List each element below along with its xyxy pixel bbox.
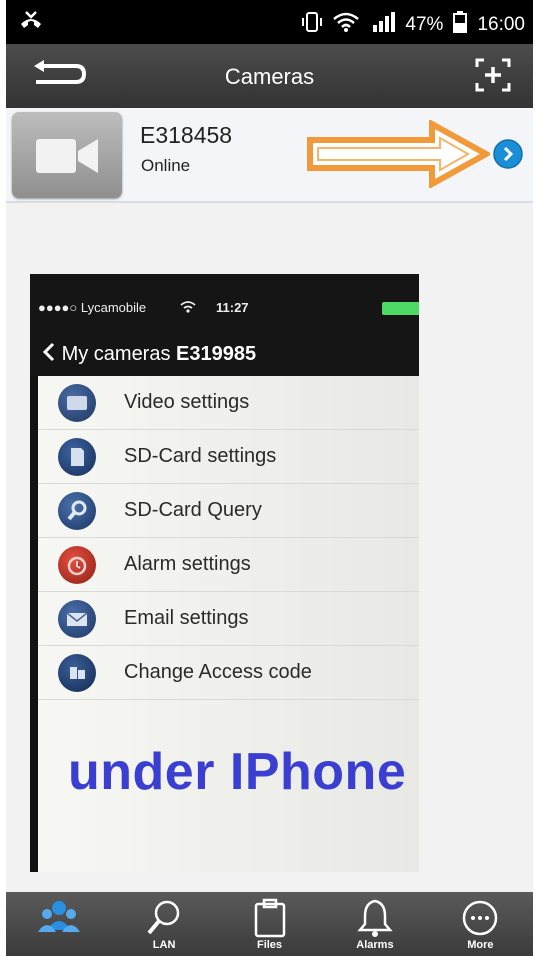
settings-item-sd-query[interactable]: SD-Card Query [38, 484, 419, 538]
access-code-icon [58, 654, 96, 692]
tab-lan[interactable]: LAN [111, 892, 216, 956]
bottom-tab-bar: LAN Files Alarms More [6, 892, 533, 956]
page-title: Cameras [224, 64, 315, 89]
missed-call-icon [18, 8, 44, 40]
settings-item-sd-card[interactable]: SD-Card settings [38, 430, 419, 484]
clock: 16:00 [477, 14, 525, 35]
video-settings-icon [58, 384, 96, 422]
iphone-camera-id: E319985 [176, 343, 257, 365]
battery-icon [453, 11, 468, 39]
iphone-carrier: ●●●●○ Lycamobile [38, 300, 147, 315]
settings-item-label: SD-Card Query [124, 499, 262, 521]
settings-item-label: Alarm settings [124, 553, 251, 575]
iphone-battery-icon [382, 302, 419, 315]
iphone-nav-bar: My cameras E319985 [30, 336, 419, 376]
camera-thumbnail [12, 112, 122, 198]
vibrate-icon [301, 11, 323, 39]
signal-icon [369, 11, 396, 39]
settings-item-label: Video settings [124, 391, 250, 413]
chevron-left-icon [42, 342, 62, 365]
settings-item-email[interactable]: Email settings [38, 592, 419, 646]
tab-label: Files [256, 939, 283, 951]
iphone-status-bar: ●●●●○ Lycamobile 11:27 [30, 274, 419, 336]
settings-item-label: SD-Card settings [124, 445, 277, 467]
envelope-icon [58, 600, 96, 638]
add-icon [475, 58, 511, 96]
battery-level: 47% [405, 14, 444, 35]
tab-alarms[interactable]: Alarms [322, 892, 427, 956]
tab-label: Alarms [356, 939, 394, 951]
my-cameras-back-button[interactable]: My cameras E319985 [42, 342, 256, 366]
add-camera-button[interactable] [475, 58, 511, 97]
camera-details-button[interactable] [493, 139, 523, 169]
tab-more[interactable]: More [428, 892, 533, 956]
alarm-clock-icon [58, 546, 96, 584]
settings-item-access-code[interactable]: Change Access code [38, 646, 419, 700]
app-bar: Cameras [6, 44, 533, 108]
sd-card-icon [58, 438, 96, 476]
settings-item-label: Change Access code [124, 661, 312, 683]
iphone-time: 11:27 [216, 300, 249, 315]
back-label: My cameras [61, 343, 171, 365]
status-bar: 47% 16:00 [6, 0, 533, 44]
settings-item-video[interactable]: Video settings [38, 376, 419, 430]
iphone-wifi-icon [180, 300, 196, 319]
tab-cameras[interactable] [6, 892, 111, 956]
pointer-arrow-annotation [306, 118, 493, 193]
camera-name: E318458 [140, 122, 233, 148]
tab-label: More [467, 939, 494, 951]
magnifier-icon [58, 492, 96, 530]
video-camera-icon [36, 137, 100, 180]
app-frame: 47% 16:00 Cameras E318458 Online ●●●●○ L… [6, 0, 533, 956]
wifi-icon [333, 11, 360, 39]
tab-label: LAN [152, 939, 176, 951]
chevron-right-circle-icon [493, 139, 523, 173]
camera-status: Online [141, 156, 191, 175]
settings-item-label: Email settings [124, 607, 249, 629]
tab-files[interactable]: Files [217, 892, 322, 956]
settings-item-alarm[interactable]: Alarm settings [38, 538, 419, 592]
overlay-caption: under IPhone [68, 743, 407, 801]
